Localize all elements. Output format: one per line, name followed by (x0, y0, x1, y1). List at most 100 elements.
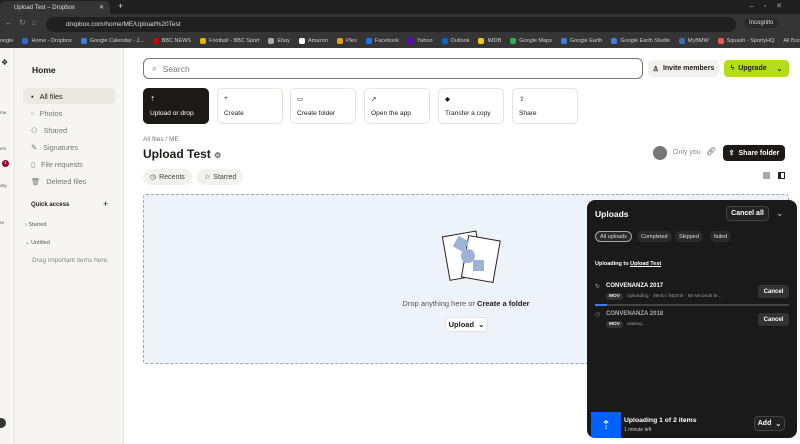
sidebar-item-file-requests[interactable]: ▯ File requests (23, 156, 116, 172)
bolt-icon: ϟ (730, 65, 735, 72)
close-tab-icon[interactable]: ✕ (99, 4, 104, 11)
plus-icon: + (224, 95, 228, 102)
sidebar: Home ▪ All files ▫ Photos ⚇ Shared ✎ Signatu… (15, 48, 124, 444)
cancel-upload-button[interactable]: Cancel (758, 313, 789, 326)
sidebar-item-all-files[interactable]: ▪ All files (23, 88, 116, 104)
bookmark-item[interactable]: Outlook (441, 38, 469, 44)
upload-destination: Uploading to Upload Test (595, 261, 662, 267)
create-button[interactable]: + Create (217, 88, 283, 124)
new-tab-icon[interactable]: + (118, 1, 123, 11)
bookmark-item[interactable]: BBC NEWS (152, 38, 191, 44)
signature-icon: ✎ (31, 142, 38, 152)
waiting-clock-icon: ◷ (595, 312, 601, 318)
upload-arrow-icon: ⇡ (591, 412, 621, 438)
search-input[interactable]: ⌕ Search (143, 58, 643, 79)
sidebar-item-signatures[interactable]: ✎ Signatures (23, 139, 116, 155)
incognito-badge[interactable]: Incognito (744, 18, 779, 28)
upload-dropdown-button[interactable]: Upload ⌄ (445, 317, 488, 332)
sidebar-item-deleted-files[interactable]: 🗑 Deleted files (23, 173, 116, 189)
url-field[interactable]: dropbox.com/home/ME/Upload%20Test (46, 17, 736, 32)
transfer-copy-button[interactable]: ◆ Transfer a copy (438, 88, 504, 124)
starred-section[interactable]: › Starred (25, 222, 46, 228)
tab-all-uploads[interactable]: All uploads (595, 231, 632, 242)
collapse-chevron-icon[interactable]: ⌄ (776, 208, 784, 219)
dropbox-logo-icon[interactable]: ❖ (1, 58, 8, 67)
bookmark-item[interactable]: Football - BBC Sport (199, 38, 259, 44)
bookmark-item[interactable]: Google Maps (510, 38, 552, 44)
rail-home[interactable]: me (0, 110, 6, 115)
untitled-section[interactable]: ⌄ Untitled (25, 240, 50, 246)
upgrade-button[interactable]: ϟ Upgrade ⌄ (724, 60, 789, 77)
transfer-icon: ◆ (445, 96, 451, 103)
tab-skipped[interactable]: Skipped (675, 231, 703, 242)
details-pane-icon[interactable] (778, 172, 785, 179)
tab-failed[interactable]: failed (710, 231, 732, 242)
bookmarks-bar: oogle Home - Dropbox Google Calendar - J..… (0, 34, 800, 48)
bookmark-item[interactable]: IMDB (478, 38, 501, 44)
bookmark-item[interactable]: Google Calendar - J... (80, 38, 144, 44)
breadcrumb: All files / ME (143, 136, 179, 143)
uploads-title: Uploads (595, 209, 629, 219)
recents-filter[interactable]: ◷ Recents (143, 169, 192, 185)
copy-link-icon[interactable]: 🔗︎ (706, 147, 716, 156)
bookmark-favicon-icon (678, 38, 685, 44)
rail-activity[interactable]: vity (0, 183, 7, 188)
all-bookmarks[interactable]: All Bookmarks (783, 38, 800, 44)
uploads-panel: Uploads Cancel all ⌄ All uploads Complet… (587, 200, 797, 438)
open-app-button[interactable]: ↗ Open the app (364, 88, 430, 124)
bookmark-item[interactable]: MyBMW (678, 38, 709, 44)
bookmark-item[interactable]: Plex (337, 38, 357, 44)
add-quick-access-icon[interactable]: + (103, 199, 108, 209)
cancel-upload-button[interactable]: Cancel (758, 285, 789, 298)
bookmark-item[interactable]: Amazon (298, 38, 328, 44)
upload-icon: ⇡ (150, 96, 156, 103)
share-icon: ⇪ (519, 96, 525, 103)
star-icon: ☆ (204, 174, 211, 181)
breadcrumb-all-files[interactable]: All files (143, 136, 164, 143)
upload-progress-bar (595, 304, 789, 306)
upload-item-name: CONVENANZA 2018 (606, 311, 664, 317)
rail-more[interactable]: re (0, 220, 4, 225)
bookmark-item[interactable]: Home - Dropbox (22, 38, 72, 44)
bookmark-favicon-icon (22, 38, 29, 44)
bookmark-item[interactable]: Squash - SportyHQ (717, 38, 774, 44)
list-view-icon[interactable] (763, 172, 770, 179)
cancel-all-button[interactable]: Cancel all (726, 206, 769, 221)
bookmark-favicon-icon (611, 38, 618, 44)
chevron-down-icon: ⌄ (478, 320, 485, 329)
bookmark-item[interactable]: Google Earth (560, 38, 602, 44)
bookmark-item[interactable]: Facebook (365, 38, 399, 44)
browser-tab[interactable]: Upload Test – Dropbox ✕ (0, 1, 110, 14)
window-controls[interactable]: –▫✕ (750, 2, 792, 10)
share-button[interactable]: ⇪ Share (512, 88, 578, 124)
add-button[interactable]: Add ⌄ (754, 416, 785, 431)
nav-buttons[interactable]: ←↻⌂ (5, 18, 43, 27)
bookmark-item[interactable]: Yahoo (408, 38, 433, 44)
breadcrumb-me[interactable]: ME (169, 136, 179, 143)
upload-progress-fill (595, 304, 607, 306)
share-icon: ⇪ (728, 150, 735, 157)
share-folder-button[interactable]: ⇪ Share folder (723, 145, 785, 161)
invite-members-button[interactable]: ♙ Invite members (648, 60, 719, 77)
rail-members[interactable]: ers (0, 146, 6, 151)
destination-link[interactable]: Upload Test (630, 261, 661, 267)
create-folder-link[interactable]: Create a folder (477, 299, 530, 308)
avatar[interactable] (0, 418, 6, 428)
bookmark-item[interactable]: Google Earth Studio (611, 38, 670, 44)
sync-icon: ↻ (595, 284, 601, 290)
bookmark-favicon-icon (365, 38, 372, 44)
bookmark-favicon-icon (268, 38, 275, 44)
time-remaining: 1 minute left (624, 427, 652, 433)
tab-completed[interactable]: Completed (637, 231, 672, 242)
bookmark-item[interactable]: oogle (0, 38, 13, 44)
sidebar-item-photos[interactable]: ▫ Photos (23, 105, 116, 121)
settings-gear-icon[interactable]: ⚙ (214, 151, 221, 160)
sidebar-item-shared[interactable]: ⚇ Shared (23, 122, 116, 138)
create-folder-button[interactable]: ▭ Create folder (290, 88, 356, 124)
clock-icon: ◷ (150, 174, 157, 181)
user-icon: ♙ (652, 65, 659, 73)
chevron-down-icon: ⌄ (775, 420, 782, 428)
upload-or-drop-button[interactable]: ⇡ Upload or drop (143, 88, 209, 124)
bookmark-item[interactable]: Ebay (268, 38, 290, 44)
starred-filter[interactable]: ☆ Starred (197, 169, 244, 185)
